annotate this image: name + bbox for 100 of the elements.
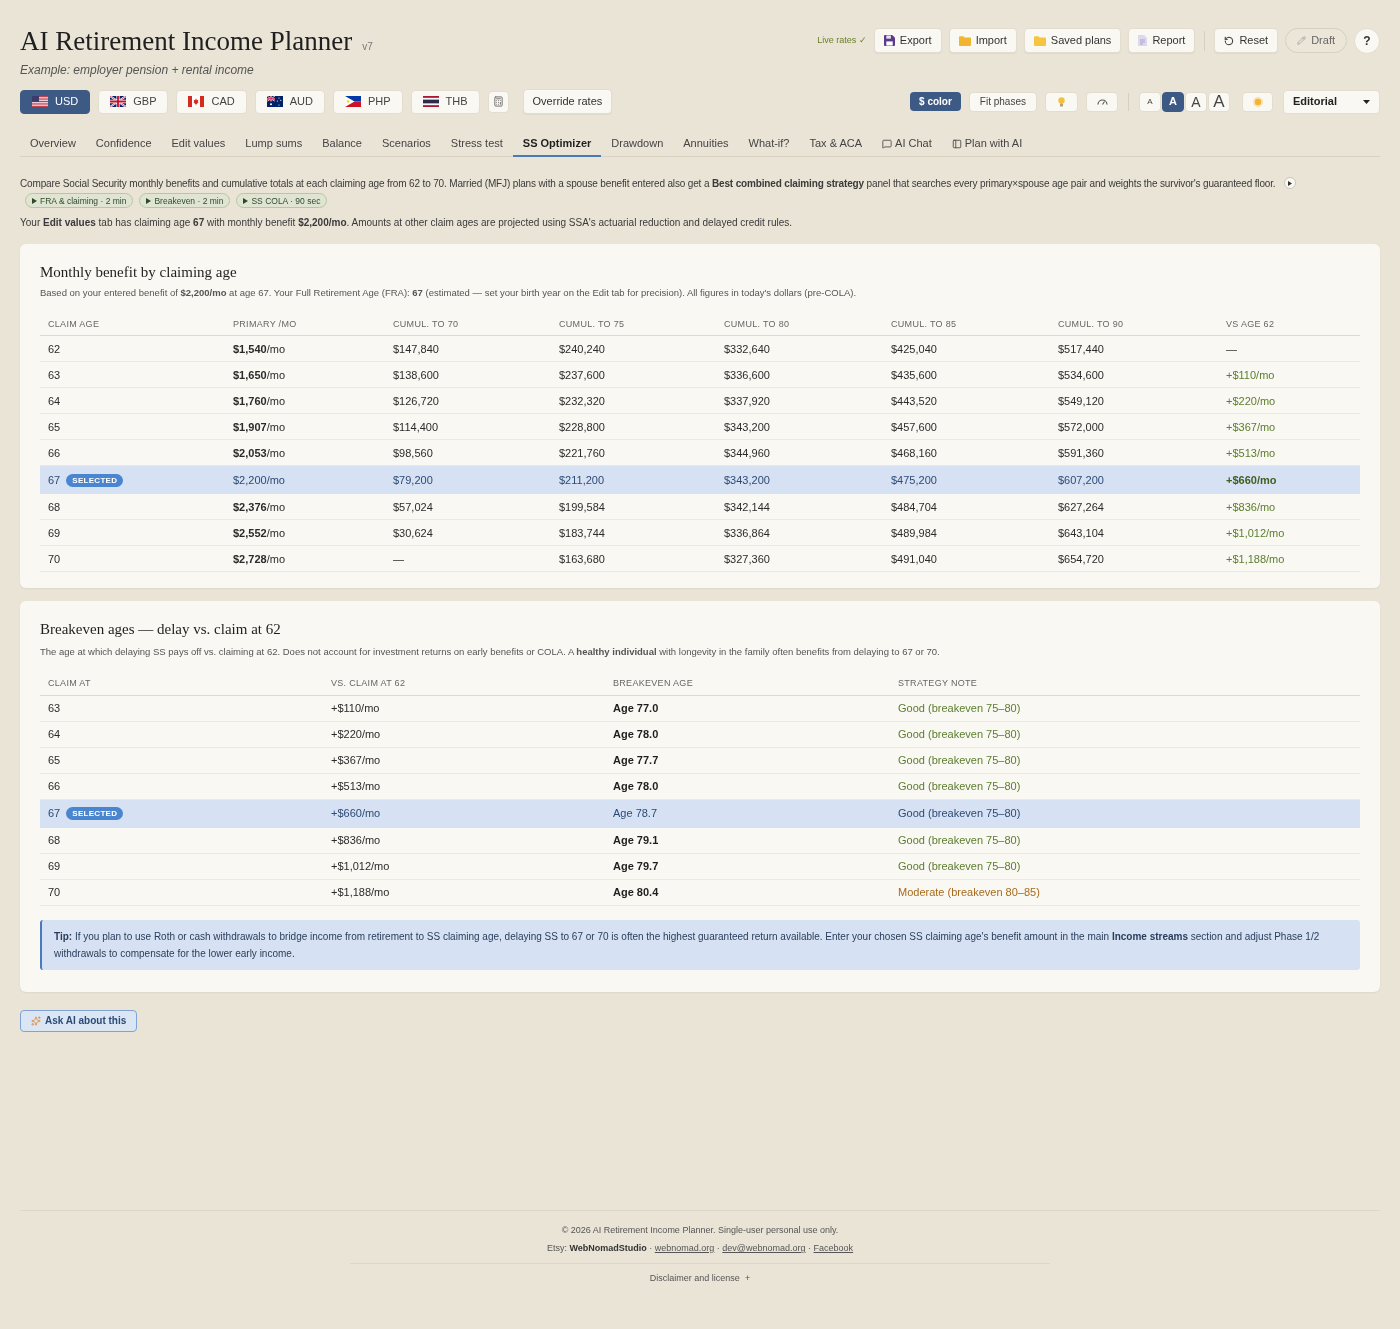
tab[interactable]: Lump sums [235,132,313,157]
table-cell-text: 66 [48,445,61,461]
table-cell: $489,984 [891,526,937,539]
text-size-button[interactable]: A [1162,91,1184,112]
currency-button[interactable]: USD [20,89,91,114]
currency-button[interactable]: CAD [176,89,247,114]
import-button[interactable]: Import [948,28,1017,53]
table-cell: Age 80.4 [613,885,659,898]
table-cell-text: 62 [48,341,61,357]
draft-button[interactable]: Draft [1285,28,1347,53]
help-button[interactable]: ? [1354,27,1380,54]
column-header: VS. CLAIM AT 62 [330,677,406,691]
copyright-text: © 2026 AI Retirement Income Planner. Single-user personal use only. [561,1223,839,1237]
caret-icon [1363,99,1370,104]
fit-phases-button[interactable]: Fit phases [968,91,1037,112]
table-cell-text: 64 [48,393,61,409]
theme-mode-button[interactable] [1242,91,1273,112]
table-cell: +$367/mo [1226,420,1276,433]
table-cell: $425,040 [891,342,937,355]
table-cell: +$367/mo [331,753,381,766]
card-subtitle: Based on your entered benefit of $2,200/mo at age 67. Your Full Retirement Age (FRA): 67 (estimated — set your birth year on the Edit tab for precision). All figures in today's dollars (pre-COLA). [40,286,858,300]
uk-flag-icon [110,96,127,107]
color-toggle-button[interactable]: $ color [910,92,961,111]
table-cell: — [1226,342,1237,355]
tab[interactable]: Confidence [85,132,162,157]
table-cell: $591,360 [1058,446,1104,459]
table-cell: Age 78.0 [613,779,659,792]
footer-link[interactable]: dev@webnomad.org [722,1243,806,1253]
table-cell: $199,584 [559,500,605,513]
column-header: CUMUL. TO 70 [392,318,459,331]
text-size-button[interactable]: A [1185,91,1207,112]
card-title: Monthly benefit by claiming age [40,263,238,281]
table-cell: $517,440 [1058,342,1104,355]
currency-button[interactable]: AUD [254,89,325,114]
reset-button[interactable]: Reset [1214,28,1279,53]
footer-link[interactable]: webnomad.org [654,1243,715,1253]
calculator-icon [492,96,504,107]
video-chip[interactable]: SS COLA · 90 sec [236,193,328,208]
column-header: CUMUL. TO 90 [1057,318,1124,331]
table-cell: $2,728/mo [233,552,285,565]
tip-text: Tip: If you plan to use Roth or cash withdrawals to bridge income from retirement to SS claiming age, delaying SS to 67 or 70 is often the highest guaranteed return available. Enter your chosen SS claiming age's benefit amount in the main Income streams section and adjust Phase 1/2 withdrawals to compensate for the lower early income. [54,929,1321,961]
table-cell: $232,320 [559,394,605,407]
table-cell: Good (breakeven 75–80) [898,859,1021,872]
claiming-note: Your Edit values tab has claiming age 67 with monthly benefit $2,200/mo. Amounts at other claim ages are projected using SSA's actuarial reduction and delayed credit rules. [20,216,793,230]
rotate-arrow-icon [1224,35,1235,46]
tab[interactable]: Scenarios [371,132,441,157]
table-cell: $549,120 [1058,394,1104,407]
text-size-button[interactable]: A [1139,91,1161,112]
table-cell: +$110/mo [331,701,380,714]
table-cell: $183,744 [559,526,605,539]
table-cell: $468,160 [891,446,937,459]
table-cell: $1,540/mo [233,342,285,355]
currency-button[interactable]: THB [410,89,480,114]
gauge-button[interactable] [1086,91,1118,112]
tab[interactable]: Overview [20,132,86,157]
override-rates-button[interactable]: Override rates [522,89,613,114]
video-chip[interactable]: Breakeven · 2 min [139,193,231,208]
table-cell: — [393,552,404,565]
tips-button[interactable] [1045,91,1078,112]
tab[interactable]: Annuities [673,132,739,157]
document-icon [1138,35,1148,46]
table-cell-text: 63 [48,367,61,383]
saved-plans-button[interactable]: Saved plans [1023,28,1122,53]
table-cell-text: 70 [48,551,61,567]
table-cell-text: 66 [48,778,61,794]
currency-button[interactable]: GBP [98,89,169,114]
column-header: CLAIM AT [47,677,91,691]
tab[interactable]: Balance [312,132,372,157]
column-header: CUMUL. TO 75 [558,318,625,331]
tab[interactable]: Plan with AI [941,132,1033,157]
table-cell: $343,200 [724,420,770,433]
column-header: CUMUL. TO 80 [723,318,790,331]
play-button[interactable] [1283,177,1296,189]
text-size-button[interactable]: A [1208,91,1230,112]
table-cell: $607,200 [1058,474,1104,486]
currency-button[interactable]: PHP [332,89,403,114]
table-cell: $491,040 [891,552,937,565]
table-cell: Age 77.7 [613,753,659,766]
export-button[interactable]: Export [873,28,942,53]
table-cell: $240,240 [559,342,605,355]
tab[interactable]: SS Optimizer [512,132,602,157]
tab[interactable]: Drawdown [601,132,674,157]
intro-paragraph: Compare Social Security monthly benefits and cumulative totals at each claiming age from 62 to 70. Married (MFJ) plans with a spouse benefit entered also get a Best combined claiming strategy panel that searches every primary×spouse age pair and weights the survivor's guaranteed floor. [20,177,1276,191]
lightbulb-icon [1058,96,1065,107]
theme-select[interactable]: Editorial [1283,89,1380,114]
footer-link[interactable]: Facebook [813,1243,854,1253]
ask-ai-button[interactable]: Ask AI about this [20,1009,138,1032]
tab[interactable]: Tax & ACA [799,132,873,157]
disclaimer-toggle[interactable]: Disclaimer and license + [649,1271,751,1285]
tab[interactable]: Edit values [161,132,236,157]
calculator-button[interactable] [487,90,509,113]
tab[interactable]: What-if? [738,132,800,157]
table-cell: $643,104 [1058,526,1104,539]
video-chip[interactable]: FRA & claiming · 2 min [25,193,134,208]
live-rates-label: Live rates ✓ [817,33,867,47]
folder-icon [958,35,971,46]
tab[interactable]: AI Chat [872,132,942,157]
tab[interactable]: Stress test [440,132,513,157]
gauge-icon [1096,98,1108,105]
report-button[interactable]: Report [1128,28,1196,53]
